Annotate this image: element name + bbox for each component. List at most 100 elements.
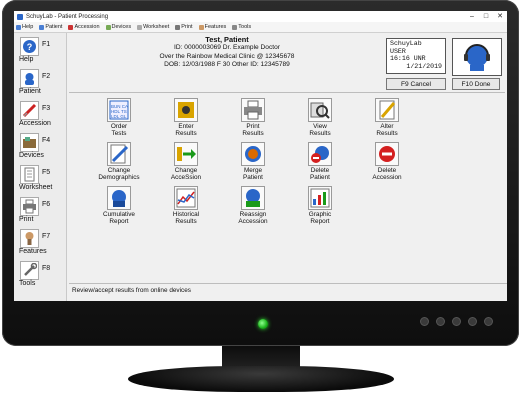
menu-label: Tools [238, 24, 252, 30]
fkey-label: F4 [42, 137, 51, 144]
cancel-button[interactable]: F9 Cancel [386, 78, 446, 90]
svg-text:?: ? [27, 42, 33, 52]
user-app-name: SchuyLab [390, 40, 422, 47]
monitor-button-icon [436, 317, 445, 326]
change-demographics-button[interactable]: Change Demographics [86, 142, 152, 184]
devices-icon [105, 24, 111, 30]
sidebar-item-features[interactable]: F7 Features [17, 227, 65, 257]
worksheet-icon [137, 24, 143, 30]
sidebar-item-label: Worksheet [19, 184, 53, 191]
alter-results-icon [375, 98, 399, 122]
order-tests-button[interactable]: BUN CA HDL TS LDL GL Order Tests [86, 98, 152, 140]
app-screen: SchuyLab - Patient Processing – □ ✕ Help… [14, 11, 507, 301]
menu-label: Devices [111, 24, 132, 30]
cumulative-report-button[interactable]: Cumulative Report [86, 186, 152, 228]
print-results-button[interactable]: Print Results [220, 98, 286, 140]
user-date: 1/21/2019 [406, 62, 442, 70]
menu-tools[interactable]: Tools [232, 24, 251, 30]
menu-help[interactable]: Help [16, 24, 33, 30]
monitor-button-icon [420, 317, 429, 326]
delete-accession-icon [375, 142, 399, 166]
sidebar-item-label: Help [19, 56, 34, 63]
grid-item-label: Cumulative Report [103, 211, 135, 226]
sidebar-item-label: Features [19, 248, 47, 255]
sidebar-item-patient[interactable]: F2 Patient [17, 67, 65, 97]
status-bar: Review/accept results from online device… [69, 283, 507, 298]
menu-devices[interactable]: Devices [105, 24, 132, 30]
sidebar-item-accession[interactable]: F3 Accession [17, 99, 65, 129]
menu-worksheet[interactable]: Worksheet [137, 24, 169, 30]
devices-icon [20, 133, 39, 152]
view-results-button[interactable]: View Results [287, 98, 353, 140]
grid-item-label: Order Tests [110, 123, 128, 138]
menu-accession[interactable]: Accession [68, 24, 100, 30]
reassign-accession-button[interactable]: Reassign Accession [220, 186, 286, 228]
fkey-label: F2 [42, 73, 51, 80]
printer-icon [175, 24, 181, 30]
grid-item-label: Graphic Report [308, 211, 332, 226]
sidebar-item-worksheet[interactable]: F5 Worksheet [17, 163, 65, 193]
change-accession-button[interactable]: Change AcceSsion [153, 142, 219, 184]
order-tests-icon: BUN CA HDL TS LDL GL [107, 98, 131, 122]
features-icon [198, 24, 204, 30]
fkey-label: F7 [42, 233, 51, 240]
delete-accession-button[interactable]: Delete Accession [354, 142, 420, 184]
sidebar-item-label: Accession [19, 120, 51, 127]
sidebar-item-devices[interactable]: F4 Devices [17, 131, 65, 161]
patient-id-line: ID: 0000003069 Dr. Example Doctor [174, 44, 280, 52]
enter-results-button[interactable]: Enter Results [153, 98, 219, 140]
reassign-accession-icon [241, 186, 265, 210]
patient-name: Test, Patient [205, 35, 249, 44]
done-button[interactable]: F10 Done [452, 78, 500, 90]
sidebar: ? F1 Help F2 Patient F3 Accession F4 Dev… [14, 33, 67, 301]
historical-results-button[interactable]: Historical Results [153, 186, 219, 228]
menu-label: Patient [45, 24, 63, 30]
grid-item-label: Historical Results [172, 211, 200, 226]
close-button[interactable]: ✕ [493, 11, 507, 22]
grid-item-label: Delete Patient [310, 167, 330, 182]
grid-item-label: Alter Results [376, 123, 398, 138]
menu-patient[interactable]: Patient [39, 24, 62, 30]
tools-icon [20, 261, 39, 280]
graphic-report-icon [308, 186, 332, 210]
change-accession-icon [174, 142, 198, 166]
grid-item-label: Print Results [242, 123, 264, 138]
sidebar-item-label: Print [19, 216, 34, 223]
menu-print[interactable]: Print [175, 24, 193, 30]
menu-features[interactable]: Features [198, 24, 226, 30]
tools-icon [232, 24, 238, 30]
print-results-icon [241, 98, 265, 122]
maximize-button[interactable]: □ [479, 11, 493, 22]
sidebar-item-tools[interactable]: F8 Tools [17, 259, 65, 289]
printer-icon [20, 197, 39, 216]
patient-dob-line: DOB: 12/03/1988 F 30 Other ID: 12345789 [164, 61, 290, 69]
avatar-head-icon [464, 44, 490, 71]
merge-patient-button[interactable]: Merge Patient [220, 142, 286, 184]
svg-text:LDL GL: LDL GL [111, 114, 127, 119]
app-icon [17, 13, 23, 20]
sidebar-item-label: Patient [19, 88, 41, 95]
enter-results-icon [174, 98, 198, 122]
patient-clinic-line: Over the Rainbow Medical Clinic @ 123456… [159, 52, 295, 60]
monitor-button-icon [468, 317, 477, 326]
delete-patient-button[interactable]: Delete Patient [287, 142, 353, 184]
sidebar-item-print[interactable]: F6 Print [17, 195, 65, 225]
menu-label: Print [181, 24, 193, 30]
syringe-icon [20, 101, 39, 120]
sidebar-item-label: Tools [19, 280, 36, 287]
patient-icon [39, 24, 45, 30]
header-divider [69, 92, 505, 93]
delete-patient-icon [308, 142, 332, 166]
syringe-icon [68, 24, 74, 30]
window-titlebar: SchuyLab - Patient Processing – □ ✕ [14, 11, 507, 22]
sidebar-item-label: Devices [19, 152, 44, 159]
change-demographics-icon [107, 142, 131, 166]
patient-icon [20, 69, 39, 88]
sidebar-item-help[interactable]: ? F1 Help [17, 35, 65, 65]
minimize-button[interactable]: – [465, 11, 479, 22]
alter-results-button[interactable]: Alter Results [354, 98, 420, 140]
menu-bar: Help Patient Accession Devices Worksheet… [14, 22, 507, 33]
grid-item-label: Delete Accession [372, 167, 402, 182]
graphic-report-button[interactable]: Graphic Report [287, 186, 353, 228]
menu-label: Accession [74, 24, 100, 30]
